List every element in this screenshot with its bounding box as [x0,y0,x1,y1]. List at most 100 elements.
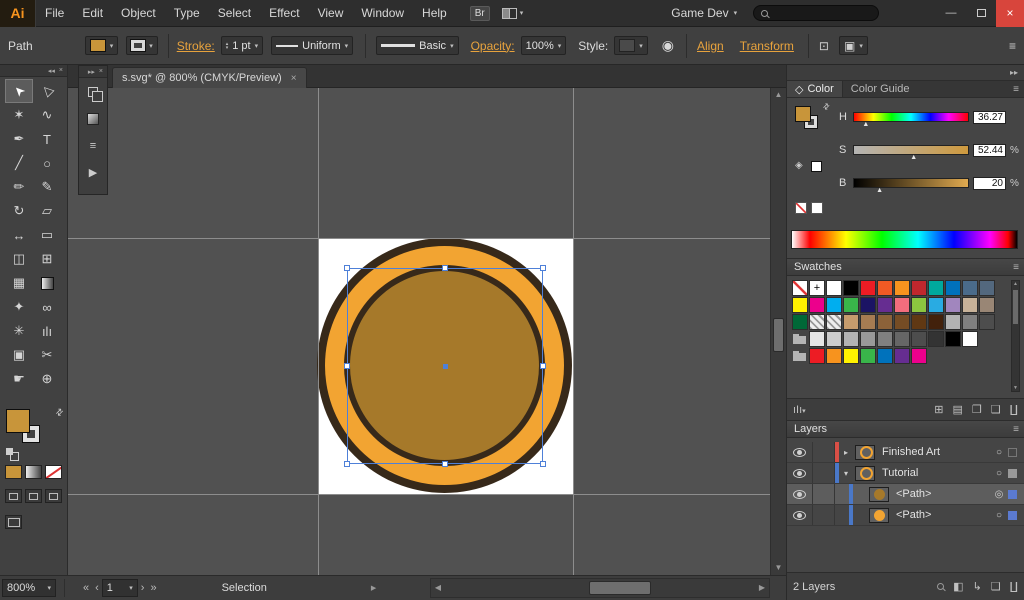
scale-tool[interactable]: ▱ [33,199,61,223]
shape-builder-tool[interactable]: ◫ [5,247,33,271]
locate-object-icon[interactable] [937,581,944,593]
free-transform-tool[interactable]: ▭ [33,223,61,247]
perspective-grid-tool[interactable]: ⊞ [33,247,61,271]
align-link[interactable]: Align [697,39,724,53]
close-document-icon[interactable]: × [291,73,297,84]
symbols-panel-icon[interactable] [79,78,107,105]
swap-fill-stroke-icon[interactable]: ⇄ [54,406,67,419]
vertical-scroll-thumb[interactable] [773,318,784,352]
swatch[interactable] [860,348,876,364]
swatch[interactable] [860,314,876,330]
swatch[interactable] [826,348,842,364]
color-group-folder-icon[interactable] [792,331,808,347]
color-panel-menu-icon[interactable]: ≡ [1013,84,1019,95]
selection-handle[interactable] [344,461,350,467]
swatch[interactable] [826,331,842,347]
width-profile-dropdown[interactable]: Uniform ▾ [271,36,353,55]
hue-value-field[interactable]: 36.27 [973,111,1006,124]
new-layer-icon[interactable]: ❑ [991,580,1001,593]
selection-handle[interactable] [540,265,546,271]
rotate-tool[interactable]: ↻ [5,199,33,223]
swatch[interactable] [911,297,927,313]
none-swatch[interactable] [795,202,807,214]
out-of-gamut-cube-icon[interactable]: ◈ [795,160,803,171]
layers-panel-header[interactable]: Layers ≡ [787,420,1024,438]
swatch[interactable] [826,297,842,313]
expand-panels-icon[interactable]: ▸▸ [88,68,95,76]
menu-file[interactable]: File [36,0,73,27]
workspace-switcher[interactable]: Game Dev ▾ [671,6,737,20]
swatch-none[interactable] [792,280,808,296]
swatch[interactable] [877,348,893,364]
scroll-down-icon[interactable]: ▼ [771,561,786,575]
gradient-panel-icon[interactable] [79,105,107,132]
canvas[interactable] [68,88,770,575]
swatch[interactable] [877,314,893,330]
stroke-link[interactable]: Stroke: [177,39,215,53]
horizontal-scroll-thumb[interactable] [589,581,651,595]
menu-edit[interactable]: Edit [73,0,112,27]
brightness-value-field[interactable]: 20 [973,177,1006,190]
pencil-tool[interactable]: ✎ [33,175,61,199]
stroke-color-dropdown[interactable]: ▾ [126,36,158,55]
swatches-panel-menu-icon[interactable]: ≡ [1013,262,1019,273]
search-box[interactable] [753,5,879,21]
new-swatch-icon[interactable]: ❑ [991,403,1001,416]
stroke-panel-icon[interactable]: ≡ [79,132,107,159]
swatch[interactable] [911,348,927,364]
document-tab[interactable]: s.svg* @ 800% (CMYK/Preview) × [112,67,307,88]
delete-layer-icon[interactable]: ∐ [1010,580,1018,593]
hue-slider[interactable]: ▲ [853,112,969,122]
swatch[interactable] [843,331,859,347]
guide-horizontal-bottom[interactable] [68,494,770,495]
target-circle-icon[interactable]: ◎ [990,489,1008,500]
next-artboard-button[interactable]: › [141,582,145,594]
isolate-object-button[interactable]: ⊡ [819,39,829,53]
scroll-right-icon[interactable]: ▶ [755,579,769,597]
actions-panel-icon[interactable]: ▶ [79,159,107,186]
last-artboard-button[interactable]: » [150,582,156,594]
scroll-down-icon[interactable]: ▼ [1012,385,1019,391]
menu-object[interactable]: Object [112,0,165,27]
lock-toggle[interactable] [813,442,835,462]
swatch[interactable] [928,314,944,330]
menu-type[interactable]: Type [165,0,209,27]
swatch[interactable] [979,280,995,296]
swatch[interactable] [894,297,910,313]
selection-tool[interactable]: ➤ [5,79,33,103]
swatch[interactable] [979,314,995,330]
recolor-artwork-button[interactable]: ◉ [662,37,674,54]
select-similar-dropdown[interactable]: ▣ ▾ [839,36,868,55]
saturation-value-field[interactable]: 52.44 [973,144,1006,157]
color-button[interactable] [5,465,22,479]
target-circle-icon[interactable]: ○ [990,447,1008,458]
swatch[interactable] [792,314,808,330]
opacity-link[interactable]: Opacity: [471,39,515,53]
selection-indicator[interactable] [1008,490,1017,499]
swatch[interactable] [945,280,961,296]
visibility-eye-icon[interactable] [787,463,813,483]
closest-web-color-swatch[interactable] [811,161,822,172]
menu-effect[interactable]: Effect [260,0,308,27]
transform-link[interactable]: Transform [740,39,794,53]
selection-handle[interactable] [344,363,350,369]
selection-bounding-box[interactable] [347,268,543,464]
layer-row[interactable]: ▸Finished Art○ [787,442,1024,463]
menu-select[interactable]: Select [209,0,260,27]
saturation-slider[interactable]: ▲ [853,145,969,155]
swatch[interactable] [962,297,978,313]
swatch[interactable] [843,314,859,330]
expand-dock-icon[interactable]: ▸▸ [1010,68,1018,77]
swatch-pattern[interactable] [826,314,842,330]
scroll-left-icon[interactable]: ◀ [431,579,445,597]
control-panel-menu-icon[interactable]: ≡ [1009,39,1016,53]
swatch[interactable] [911,331,927,347]
guide-horizontal-top[interactable] [68,238,770,239]
eyedropper-tool[interactable]: ✦ [5,295,33,319]
hand-tool[interactable]: ☛ [5,367,33,391]
gradient-button[interactable] [25,465,42,479]
pen-tool[interactable]: ✒ [5,127,33,151]
swatch[interactable] [877,331,893,347]
gradient-tool[interactable] [33,271,61,295]
swatch[interactable] [809,331,825,347]
